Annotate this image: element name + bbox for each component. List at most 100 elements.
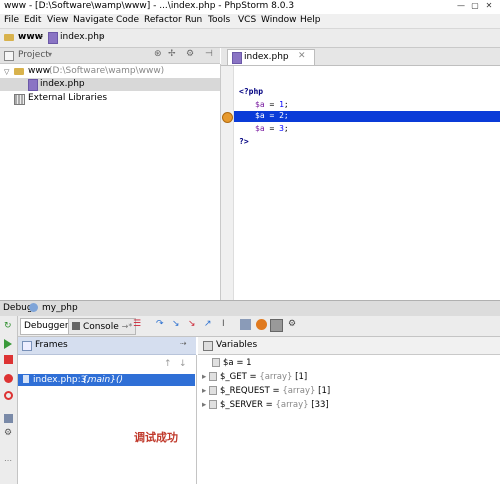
rerun-icon[interactable]: ↻	[4, 322, 13, 331]
minimize-button[interactable]: —	[454, 1, 468, 11]
step-out-icon[interactable]: ↗	[204, 319, 215, 330]
debug-config-name[interactable]: my_php	[42, 303, 78, 313]
file-icon	[48, 32, 58, 44]
close-tab-icon[interactable]: ✕	[298, 51, 306, 61]
code-line-1: <?php	[239, 87, 264, 96]
menu-code[interactable]: Code	[116, 15, 139, 25]
sync-icon[interactable]: ⊛	[154, 49, 162, 59]
folder-icon	[4, 33, 14, 43]
resume-icon[interactable]	[4, 339, 12, 349]
evaluate-expression-icon[interactable]	[240, 319, 251, 330]
breadcrumb-file[interactable]: index.php	[60, 32, 105, 42]
code-editor[interactable]: <?php $a = 1; $a = 2; $a = 3; ?>	[234, 66, 500, 300]
frames-icon	[22, 341, 32, 351]
menu-view[interactable]: View	[47, 15, 68, 25]
tree-external-libraries[interactable]: External Libraries	[28, 93, 107, 103]
menu-tools[interactable]: Tools	[208, 15, 230, 25]
variables-list: $a = 1 ▸ $_GET = {array} [1] ▸ $_REQUEST…	[198, 355, 500, 484]
frame-row-selected[interactable]: index.php:3, {main}()	[18, 374, 195, 386]
show-execution-point-icon[interactable]: ☰	[133, 319, 144, 330]
arrow-down-icon[interactable]: ↓	[179, 359, 187, 369]
tab-label: index.php	[244, 52, 289, 62]
variable-row[interactable]: ▸ $_REQUEST = {array} [1]	[198, 386, 500, 398]
project-tool-header: Project ▾ ⊛ ✢ ⚙ ⊣	[0, 48, 220, 64]
tree-root-path: (D:\Software\wamp\www)	[49, 66, 165, 76]
editor-gutter[interactable]	[221, 66, 234, 300]
watch-icon[interactable]	[256, 319, 267, 330]
tree-item-index-php[interactable]: index.php	[0, 78, 220, 91]
menu-refactor[interactable]: Refactor	[144, 15, 182, 25]
tab-console[interactable]: Console →*	[68, 318, 137, 335]
array-icon	[208, 400, 217, 409]
php-file-icon	[232, 52, 242, 64]
gear-icon[interactable]: ⚙	[186, 49, 194, 59]
expand-arrow-icon[interactable]: ▸	[198, 372, 209, 382]
editor-tabs: index.php ✕	[221, 48, 500, 66]
toggle-icon[interactable]	[270, 319, 283, 332]
breadcrumb: www › index.php ›	[0, 29, 500, 48]
frame-function: {main}()	[82, 375, 123, 385]
frames-options-icon[interactable]: ⇢	[180, 339, 187, 348]
expand-arrow-icon[interactable]: ▽	[4, 68, 9, 76]
force-step-into-icon[interactable]: ↘	[188, 319, 199, 330]
menu-navigate[interactable]: Navigate	[73, 15, 113, 25]
pin-icon[interactable]: ⋯	[4, 456, 13, 465]
expand-arrow-icon[interactable]: ▸	[198, 400, 209, 410]
project-header-label[interactable]: Project	[18, 50, 49, 60]
variables-header: Variables	[198, 337, 500, 355]
menu-edit[interactable]: Edit	[24, 15, 41, 25]
chevron-down-icon[interactable]: ▾	[48, 50, 52, 59]
frames-list: ↑ ↓ index.php:3, {main}() 调试成功	[18, 355, 197, 484]
menu-run[interactable]: Run	[185, 15, 202, 25]
layout-icon[interactable]	[4, 414, 13, 423]
array-icon	[208, 372, 217, 381]
code-line-4: $a = 3;	[255, 124, 289, 133]
tab-debugger[interactable]: Debugger	[20, 318, 73, 335]
menu-file[interactable]: File	[4, 15, 19, 25]
collapse-icon[interactable]: ✢	[168, 49, 176, 59]
hide-panel-icon[interactable]: ⊣	[205, 49, 213, 59]
debug-settings-icon[interactable]: ⚙	[288, 319, 299, 330]
variable-row[interactable]: ▸ $_GET = {array} [1]	[198, 372, 500, 384]
menu-window[interactable]: Window	[261, 15, 297, 25]
variables-title: Variables	[216, 340, 258, 350]
arrow-icon: →*	[121, 322, 133, 331]
mute-breakpoints-icon[interactable]	[4, 391, 13, 400]
view-breakpoints-icon[interactable]	[4, 374, 13, 383]
project-tree: ▽ www (D:\Software\wamp\www) index.php E…	[0, 64, 221, 300]
step-into-icon[interactable]: ↘	[172, 319, 183, 330]
maximize-button[interactable]: ▢	[468, 1, 482, 11]
run-to-cursor-icon[interactable]: I	[222, 319, 233, 330]
breakpoint-icon[interactable]	[222, 112, 233, 123]
variable-icon	[212, 358, 220, 367]
stop-icon[interactable]	[4, 355, 13, 364]
folder-icon	[14, 67, 24, 77]
tab-index-php[interactable]: index.php ✕	[227, 49, 315, 65]
title-bar: www - [D:\Software\wamp\www] - ...\index…	[0, 0, 500, 14]
variable-row[interactable]: $a = 1	[198, 358, 500, 370]
library-icon	[14, 94, 25, 105]
menu-help[interactable]: Help	[300, 15, 321, 25]
variable-row[interactable]: ▸ $_SERVER = {array} [33]	[198, 400, 500, 412]
window-title: www - [D:\Software\wamp\www] - ...\index…	[4, 1, 295, 11]
console-icon	[72, 322, 80, 330]
arrow-up-icon[interactable]: ↑	[164, 359, 172, 369]
chevron-right-icon: ›	[40, 32, 44, 42]
php-file-icon	[28, 79, 38, 91]
step-over-icon[interactable]: ↷	[156, 319, 167, 330]
debugger-toolbar: Debugger Console →* ☰ ↷ ↘ ↘ ↗ I ⚙	[18, 316, 500, 337]
close-button[interactable]: ✕	[482, 1, 496, 11]
debug-side-toolbar: ↻ ⚙ ⋯	[0, 316, 18, 484]
frame-file: index.php:3,	[33, 375, 90, 385]
variables-icon	[203, 341, 213, 351]
settings-icon[interactable]: ⚙	[4, 429, 13, 438]
frames-header: Frames ⇢	[18, 337, 196, 355]
expand-arrow-icon[interactable]: ▸	[198, 386, 209, 396]
tree-root-label[interactable]: www	[28, 66, 50, 76]
tree-file-label: index.php	[40, 79, 85, 89]
chevron-right-icon: ›	[100, 32, 104, 42]
code-line-3-execution-point: $a = 2;	[234, 111, 500, 122]
menu-vcs[interactable]: VCS	[238, 15, 256, 25]
debug-success-note: 调试成功	[134, 431, 178, 444]
menu-bar: File Edit View Navigate Code Refactor Ru…	[0, 14, 500, 29]
